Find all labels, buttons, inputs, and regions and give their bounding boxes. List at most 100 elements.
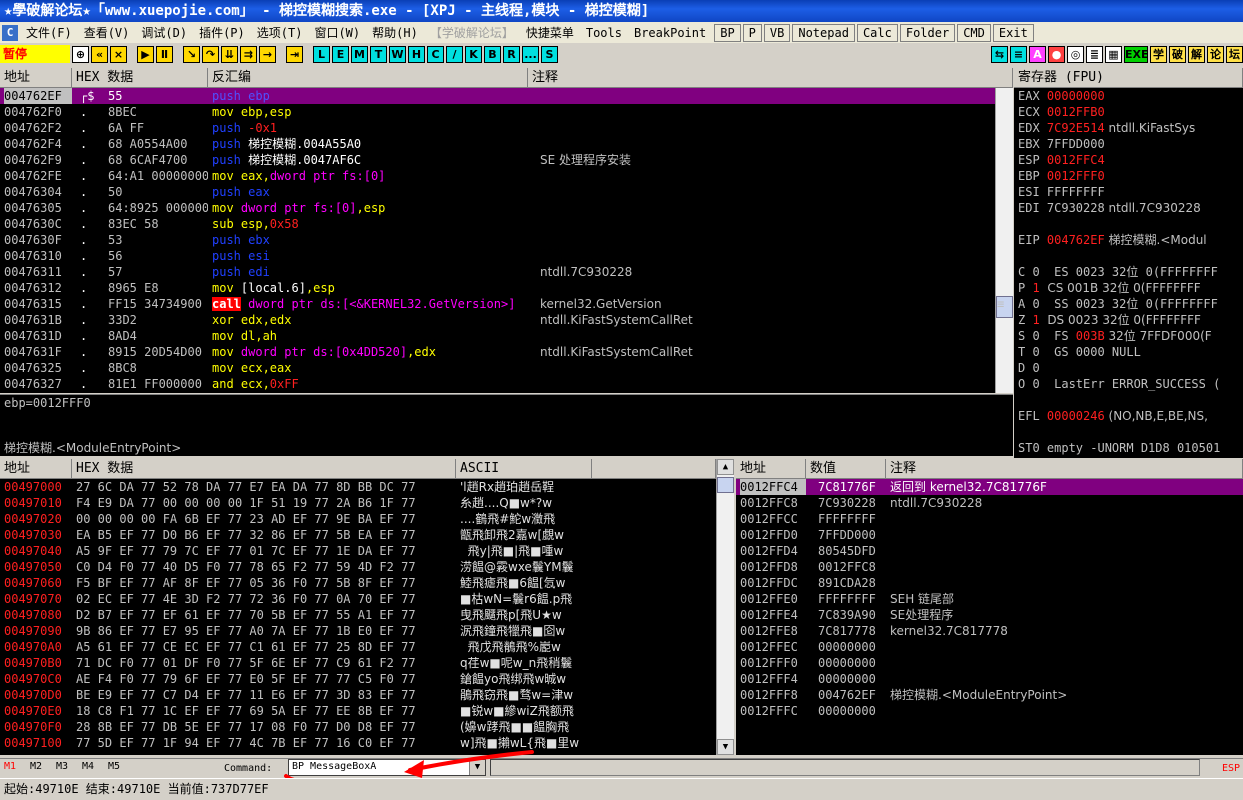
disasm-row[interactable]: 00476310. 56 push esi <box>0 248 995 264</box>
stack-row[interactable]: 0012FFFC 00000000 <box>736 703 1243 719</box>
dump-row[interactable]: 00497050 C0 D4 F0 77 40 D5 F0 77 78 65 F2… <box>0 559 716 575</box>
register-value[interactable]: 1 <box>1032 281 1039 295</box>
dump-row[interactable]: 00497000 27 6C DA 77 52 78 DA 77 E7 EA DA… <box>0 479 716 495</box>
stack-row[interactable]: 0012FFE4 7C839A90 SE处理程序 <box>736 607 1243 623</box>
dump-row[interactable]: 004970E0 18 C8 F1 77 1C EF EF 77 69 5A EF… <box>0 703 716 719</box>
register-value[interactable]: 0012FFC4 <box>1047 153 1105 167</box>
stack-row[interactable]: 0012FFD4 80545DFD <box>736 543 1243 559</box>
dump-row[interactable]: 00497080 D2 B7 EF 77 EF 61 EF 77 70 5B EF… <box>0 607 716 623</box>
window-button-7[interactable]: / <box>446 45 463 63</box>
disasm-header-hex[interactable]: HEX 数据 <box>72 68 208 88</box>
register-line[interactable]: EAX 00000000 <box>1018 88 1243 104</box>
window-button-10[interactable]: R <box>503 45 520 63</box>
disasm-header-asm[interactable]: 反汇编 <box>208 68 528 88</box>
bookmark-m2[interactable]: M2 <box>30 761 56 772</box>
menu-item-7[interactable]: 【学破解论坛】 <box>424 24 520 41</box>
stack-row[interactable]: 0012FFE8 7C817778 kernel32.7C817778 <box>736 623 1243 639</box>
disasm-row[interactable]: 00476325. 8BC8 mov ecx,eax <box>0 360 995 376</box>
dump-scroll-thumb[interactable] <box>717 477 734 493</box>
register-line[interactable]: EFL 00000246 (NO,NB,E,BE,NS, <box>1018 408 1243 424</box>
stack-row[interactable]: 0012FFF0 00000000 <box>736 655 1243 671</box>
stack-row[interactable]: 0012FFD0 7FFDD000 <box>736 527 1243 543</box>
dump-row[interactable]: 00497010 F4 E9 DA 77 00 00 00 00 1F 51 19… <box>0 495 716 511</box>
window-button-6[interactable]: C <box>427 45 444 63</box>
disasm-row[interactable]: 00476327. 81E1 FF000000 and ecx,0xFF <box>0 376 995 392</box>
dump-header-addr[interactable]: 地址 <box>0 459 72 479</box>
window-button-5[interactable]: H <box>408 45 425 63</box>
register-line[interactable]: EIP 004762EF 梯控模糊.<Modul <box>1018 232 1243 248</box>
register-line[interactable] <box>1018 248 1243 264</box>
stack-pane[interactable]: 地址 数值 注释 0012FFC4 7C81776F 返回到 kernel32.7C… <box>736 459 1243 755</box>
dump-row[interactable]: 004970B0 71 DC F0 77 01 DF F0 77 5F 6E EF… <box>0 655 716 671</box>
menu-item-11[interactable]: BP <box>714 23 741 42</box>
disasm-row[interactable]: 0047631F. 8915 20D54D00 mov dword ptr ds:[… <box>0 344 995 360</box>
menu-item-13[interactable]: VB <box>763 23 791 42</box>
dump-row[interactable]: 00497100 77 5D EF 77 1F 94 EF 77 4C 7B EF… <box>0 735 716 751</box>
disasm-row[interactable]: 004762F2. 6A FF push -0x1 <box>0 120 995 136</box>
stack-row[interactable]: 0012FFD8 0012FFC8 <box>736 559 1243 575</box>
menu-item-15[interactable]: Calc <box>856 23 898 42</box>
stack-header-value[interactable]: 数值 <box>806 459 886 479</box>
dump-row[interactable]: 004970C0 AE F4 F0 77 79 6F EF 77 E0 5F EF… <box>0 671 716 687</box>
register-line[interactable] <box>1018 424 1243 440</box>
register-value[interactable]: 004762EF <box>1047 233 1105 247</box>
target-icon[interactable]: ◎ <box>1067 45 1084 63</box>
dump-row[interactable]: 00497020 00 00 00 00 FA 6B EF 77 23 AD EF… <box>0 511 716 527</box>
disasm-row[interactable]: 0047630C. 83EC 58 sub esp,0x58 <box>0 216 995 232</box>
run-icon[interactable]: ▶ <box>137 45 154 63</box>
open-icon[interactable]: ⊕ <box>72 45 89 63</box>
register-line[interactable]: O 0 LastErr ERROR_SUCCESS ( <box>1018 376 1243 392</box>
menu-item-4[interactable]: 选项(T) <box>251 24 309 41</box>
list-icon[interactable]: ≡ <box>1010 45 1027 63</box>
forum-button-1[interactable]: 破 <box>1169 45 1186 63</box>
stack-row[interactable]: 0012FFC8 7C930228 ntdll.7C930228 <box>736 495 1243 511</box>
disasm-row[interactable]: 00476311. 57 push edi ntdll.7C930228 <box>0 264 995 280</box>
register-line[interactable]: ST0 empty -UNORM D1D8 010501 <box>1018 440 1243 456</box>
forum-button-4[interactable]: 坛 <box>1226 45 1243 63</box>
disasm-row[interactable]: 004762F4. 68 A0554A00 push 梯控模糊.004A55A0 <box>0 136 995 152</box>
window-button-4[interactable]: W <box>389 45 406 63</box>
menu-item-5[interactable]: 窗口(W) <box>308 24 366 41</box>
bookmark-m5[interactable]: M5 <box>108 761 134 772</box>
menu-item-8[interactable]: 快捷菜单 <box>520 24 580 41</box>
window-button-12[interactable]: S <box>541 45 558 63</box>
dump-row[interactable]: 00497070 02 EC EF 77 4E 3D F2 77 72 36 F0… <box>0 591 716 607</box>
register-line[interactable]: ESI FFFFFFFF <box>1018 184 1243 200</box>
disasm-row[interactable]: 0047630F. 53 push ebx <box>0 232 995 248</box>
goto-icon[interactable]: ⇥ <box>286 45 303 63</box>
bookmark-m3[interactable]: M3 <box>56 761 82 772</box>
stack-row[interactable]: 0012FFC4 7C81776F 返回到 kernel32.7C81776F <box>736 479 1243 495</box>
menu-item-3[interactable]: 插件(P) <box>193 24 251 41</box>
dump-row[interactable]: 004970F0 28 8B EF 77 DB 5E EF 77 17 08 F0… <box>0 719 716 735</box>
menu-item-14[interactable]: Notepad <box>792 23 855 42</box>
register-value[interactable]: 0012FFF0 <box>1047 169 1105 183</box>
record-icon[interactable]: ● <box>1048 45 1065 63</box>
disasm-header-comment[interactable]: 注释 <box>528 68 1013 88</box>
window-button-11[interactable]: ... <box>522 45 539 63</box>
register-value[interactable]: 1 <box>1032 313 1039 327</box>
register-line[interactable]: C 0 ES 0023 32位 0(FFFFFFFF <box>1018 264 1243 280</box>
window-button-9[interactable]: B <box>484 45 501 63</box>
dump-scroll-down-icon[interactable]: ▼ <box>717 739 734 755</box>
window-button-8[interactable]: K <box>465 45 482 63</box>
register-value[interactable]: 0012FFB0 <box>1047 105 1105 119</box>
menu-item-10[interactable]: BreakPoint <box>628 26 712 40</box>
registers-pane[interactable]: 寄存器 (FPU) EAX 00000000 ECX 0012FFB0 EDX 7C… <box>1014 68 1243 458</box>
menu-item-12[interactable]: P <box>742 23 762 42</box>
register-value[interactable]: 00000246 <box>1047 409 1105 423</box>
menu-item-0[interactable]: 文件(F) <box>20 24 78 41</box>
register-line[interactable]: ESP 0012FFC4 <box>1018 152 1243 168</box>
menu-item-9[interactable]: Tools <box>580 26 628 40</box>
restart-icon[interactable]: « <box>91 45 108 63</box>
bookmark-m4[interactable]: M4 <box>82 761 108 772</box>
window-button-3[interactable]: T <box>370 45 387 63</box>
dump-header-hex[interactable]: HEX 数据 <box>72 459 456 479</box>
stack-row[interactable]: 0012FFF4 00000000 <box>736 671 1243 687</box>
dump-row[interactable]: 00497040 A5 9F EF 77 79 7C EF 77 01 7C EF… <box>0 543 716 559</box>
dump-row[interactable]: 00497090 9B 86 EF 77 E7 95 EF 77 A0 7A EF… <box>0 623 716 639</box>
execute-till-return-icon[interactable]: → <box>259 45 276 63</box>
trace-over-icon[interactable]: ⇉ <box>240 45 257 63</box>
register-value[interactable]: FFFFFFFF <box>1047 185 1105 199</box>
disasm-row[interactable]: 00476315. FF15 34734900 call dword ptr ds:… <box>0 296 995 312</box>
text-icon[interactable]: ≣ <box>1086 45 1103 63</box>
